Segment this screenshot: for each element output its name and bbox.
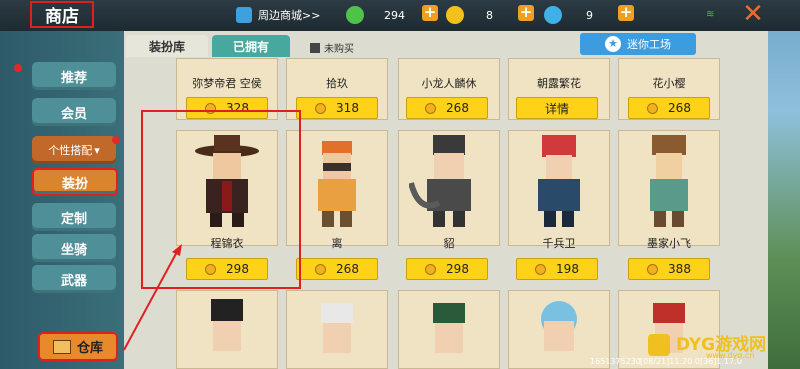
character-figure <box>650 135 688 227</box>
wifi-icon: ≋ <box>706 9 715 20</box>
add-star-button[interactable]: + <box>618 5 634 21</box>
top-bar: 商店 周边商城>> 294 + 8 + 9 + ≋ ✕ <box>0 0 800 31</box>
tab-owned[interactable]: 已拥有 <box>212 35 290 57</box>
highlight-box <box>141 110 301 289</box>
page-title: 商店 <box>30 1 94 28</box>
currency-star: 9 <box>544 6 593 24</box>
sidebar-item-recommend[interactable]: 推荐 <box>32 62 116 90</box>
coin-icon <box>425 263 437 275</box>
personal-style-dot <box>112 136 120 144</box>
price-button[interactable]: 298 <box>406 258 488 280</box>
coin-icon <box>535 263 547 275</box>
box-icon <box>52 339 71 354</box>
coin-icon <box>315 263 327 275</box>
sidebar-item-personal-style[interactable]: 个性搭配 ▾ <box>32 136 116 164</box>
item-card[interactable]: 千兵卫 <box>508 130 610 250</box>
watermark: DYG游戏网 www.dyg.cn <box>632 328 800 369</box>
peripheral-mall-link[interactable]: 周边商城>> <box>236 6 320 24</box>
price-button[interactable]: 268 <box>406 97 488 119</box>
character-figure <box>541 301 577 351</box>
coin-icon <box>425 102 437 114</box>
coin-icon <box>315 102 327 114</box>
warehouse-button[interactable]: 仓库 <box>38 332 118 361</box>
add-gem-button[interactable]: + <box>422 5 438 21</box>
sidebar-item-dressup[interactable]: 装扮 <box>32 168 118 196</box>
character-figure <box>409 135 471 227</box>
currency-coin: 8 <box>446 6 493 24</box>
chevron-down-icon: ▾ <box>94 143 100 157</box>
price-button[interactable]: 268 <box>628 97 710 119</box>
checkbox-icon <box>310 42 320 53</box>
item-card[interactable]: 貂 <box>398 130 500 250</box>
sidebar-item-mount[interactable]: 坐骑 <box>32 234 116 262</box>
sidebar-item-custom[interactable]: 定制 <box>32 203 116 231</box>
character-figure <box>538 135 580 227</box>
green-gem-icon <box>346 6 364 24</box>
price-button[interactable]: 318 <box>296 97 378 119</box>
price-button[interactable]: 388 <box>628 258 710 280</box>
character-figure <box>433 303 465 353</box>
star-icon: ★ <box>605 36 621 52</box>
item-card[interactable] <box>286 290 388 369</box>
coin-icon <box>647 263 659 275</box>
mini-workshop-button[interactable]: ★ 迷你工场 <box>580 33 696 55</box>
blue-star-icon <box>544 6 562 24</box>
price-button[interactable]: 198 <box>516 258 598 280</box>
item-card[interactable] <box>176 290 278 369</box>
item-card[interactable] <box>398 290 500 369</box>
tab-library[interactable]: 装扮库 <box>126 35 208 57</box>
details-button[interactable]: 详情 <box>516 97 598 119</box>
close-button[interactable]: ✕ <box>740 1 766 27</box>
notification-dot <box>14 64 22 72</box>
item-card[interactable]: 离 <box>286 130 388 250</box>
character-figure <box>318 141 356 227</box>
currency-gem: 294 <box>346 6 405 24</box>
character-figure <box>211 299 243 351</box>
watermark-logo-icon <box>648 334 670 356</box>
character-figure <box>321 303 353 353</box>
sidebar-item-member[interactable]: 会员 <box>32 98 116 126</box>
mall-cube-icon <box>236 7 252 23</box>
item-card[interactable]: 墨家小飞 <box>618 130 720 250</box>
sidebar-item-weapon[interactable]: 武器 <box>32 265 116 293</box>
price-button[interactable]: 268 <box>296 258 378 280</box>
not-purchased-filter[interactable]: 未购买 <box>310 40 354 55</box>
coin-icon <box>647 102 659 114</box>
add-coin-button[interactable]: + <box>518 5 534 21</box>
gold-coin-icon <box>446 6 464 24</box>
